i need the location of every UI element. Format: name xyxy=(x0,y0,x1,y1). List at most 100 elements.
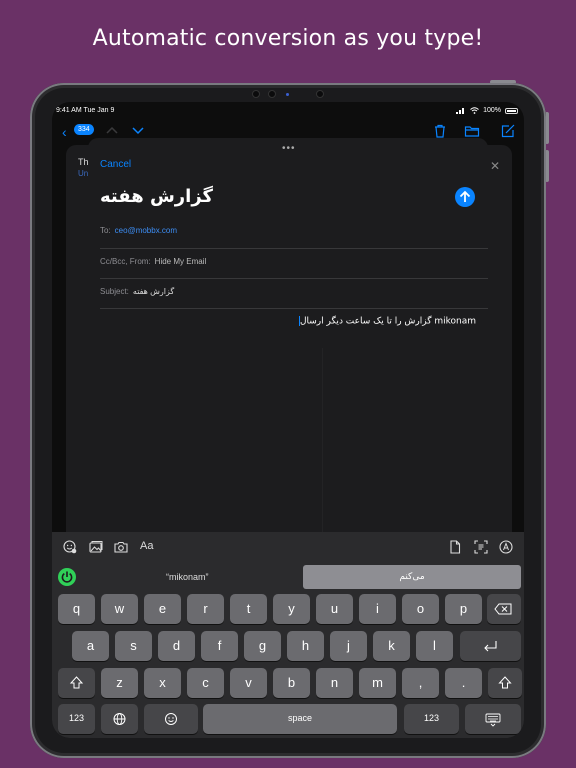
globe-key[interactable] xyxy=(101,704,138,734)
key-h[interactable]: h xyxy=(287,631,324,661)
to-field[interactable]: To: ceo@mobbx.com xyxy=(100,226,488,235)
more-icon[interactable]: ••• xyxy=(282,143,296,154)
camera-icon xyxy=(268,90,276,98)
keyboard-dismiss-icon xyxy=(485,713,501,727)
numbers-key[interactable]: 123 xyxy=(404,704,459,734)
emoji-key[interactable] xyxy=(144,704,198,734)
message-body[interactable]: گزارش را تا یک ساعت دیگر ارسال mikonam xyxy=(298,316,476,327)
globe-icon xyxy=(113,713,126,725)
key-c[interactable]: c xyxy=(187,668,224,698)
keyboard: Aa “mikonam” می‌کنم qwertyuiop asdfghjkl z… xyxy=(52,532,524,738)
key-v[interactable]: v xyxy=(230,668,267,698)
key-l[interactable]: l xyxy=(416,631,453,661)
cc-label: Cc/Bcc, From: xyxy=(100,257,151,266)
key-n[interactable]: n xyxy=(316,668,353,698)
sensor-icon xyxy=(316,90,324,98)
preview-subtitle: Un xyxy=(78,169,89,178)
cancel-button[interactable]: Cancel xyxy=(100,159,131,170)
key-s[interactable]: s xyxy=(115,631,152,661)
photo-library-icon[interactable] xyxy=(89,540,103,554)
sensor-icon xyxy=(252,90,260,98)
key-i[interactable]: i xyxy=(359,594,396,624)
folder-icon[interactable] xyxy=(464,123,480,139)
key-t[interactable]: t xyxy=(230,594,267,624)
divider xyxy=(100,278,488,279)
camera-icon[interactable] xyxy=(114,540,128,554)
subject-value[interactable]: گزارش هفته xyxy=(133,287,174,296)
arrow-up-icon xyxy=(459,190,471,202)
key-m[interactable]: m xyxy=(359,668,396,698)
key-a[interactable]: a xyxy=(72,631,109,661)
subject-label: Subject: xyxy=(100,287,129,296)
key-r[interactable]: r xyxy=(187,594,224,624)
delete-icon xyxy=(494,603,512,615)
power-icon xyxy=(61,571,73,583)
markup-icon[interactable] xyxy=(499,540,513,554)
key-x[interactable]: x xyxy=(144,668,181,698)
key-z[interactable]: z xyxy=(101,668,138,698)
format-button[interactable]: Aa xyxy=(140,540,153,552)
key-q[interactable]: q xyxy=(58,594,95,624)
key-g[interactable]: g xyxy=(244,631,281,661)
send-button[interactable] xyxy=(455,187,475,207)
chevron-up-icon[interactable] xyxy=(106,126,118,134)
divider xyxy=(100,248,488,249)
document-icon[interactable] xyxy=(448,540,462,554)
emoji-search-icon[interactable] xyxy=(63,540,77,554)
key-d[interactable]: d xyxy=(158,631,195,661)
emoji-icon xyxy=(165,713,177,725)
key-f[interactable]: f xyxy=(201,631,238,661)
wifi-icon xyxy=(470,107,479,114)
cc-value[interactable]: Hide My Email xyxy=(155,257,207,266)
shift-key[interactable] xyxy=(58,668,95,698)
key-e[interactable]: e xyxy=(144,594,181,624)
key-w[interactable]: w xyxy=(101,594,138,624)
back-chevron-icon[interactable]: ‹ xyxy=(62,124,67,140)
preview-title: Th xyxy=(78,157,89,167)
indicator-icon xyxy=(286,93,289,96)
unread-badge[interactable]: 334 xyxy=(74,124,94,135)
shift-icon xyxy=(69,676,84,689)
compose-icon[interactable] xyxy=(500,123,516,139)
compose-title: گزارش هفته xyxy=(100,186,214,207)
shift-key[interactable] xyxy=(488,668,522,698)
signal-icon xyxy=(456,108,465,114)
battery-icon xyxy=(505,107,518,114)
hide-keyboard-key[interactable] xyxy=(465,704,521,734)
shift-icon xyxy=(498,676,512,689)
cc-field[interactable]: Cc/Bcc, From: Hide My Email xyxy=(100,257,488,266)
keyboard-toolbar: Aa xyxy=(52,532,524,562)
body-text: گزارش را تا یک ساعت دیگر ارسال mikonam xyxy=(299,316,476,327)
trash-icon[interactable] xyxy=(432,123,448,139)
to-label: To: xyxy=(100,226,111,235)
key-o[interactable]: o xyxy=(402,594,439,624)
subject-field[interactable]: Subject: گزارش هفته xyxy=(100,287,488,296)
chevron-down-icon[interactable] xyxy=(132,127,144,135)
suggestion-original[interactable]: “mikonam” xyxy=(166,572,209,582)
backspace-key[interactable] xyxy=(487,594,521,624)
key-p[interactable]: p xyxy=(445,594,482,624)
close-icon[interactable]: ✕ xyxy=(490,159,500,173)
key-k[interactable]: k xyxy=(373,631,410,661)
key-y[interactable]: y xyxy=(273,594,310,624)
headline: Automatic conversion as you type! xyxy=(92,26,484,51)
battery-percent: 100% xyxy=(483,107,501,114)
status-bar: 9:41 AM Tue Jan 9 100% xyxy=(52,106,524,118)
key-b[interactable]: b xyxy=(273,668,310,698)
to-recipient[interactable]: ceo@mobbx.com xyxy=(115,226,177,235)
camera-bar xyxy=(246,88,330,98)
return-icon xyxy=(484,641,497,652)
key-period[interactable]: . xyxy=(445,668,482,698)
status-time: 9:41 AM Tue Jan 9 xyxy=(56,107,115,114)
space-key[interactable]: space xyxy=(203,704,397,734)
numbers-key[interactable]: 123 xyxy=(58,704,95,734)
key-u[interactable]: u xyxy=(316,594,353,624)
key-j[interactable]: j xyxy=(330,631,367,661)
toggle-conversion-button[interactable] xyxy=(58,568,76,586)
divider xyxy=(100,308,488,309)
return-key[interactable] xyxy=(460,631,521,661)
suggestion-converted[interactable]: می‌کنم xyxy=(303,565,521,589)
screen: 9:41 AM Tue Jan 9 100% ‹ 334 Th Un ✕ •••… xyxy=(52,102,524,738)
scan-text-icon[interactable] xyxy=(474,540,488,554)
key-comma[interactable]: , xyxy=(402,668,439,698)
